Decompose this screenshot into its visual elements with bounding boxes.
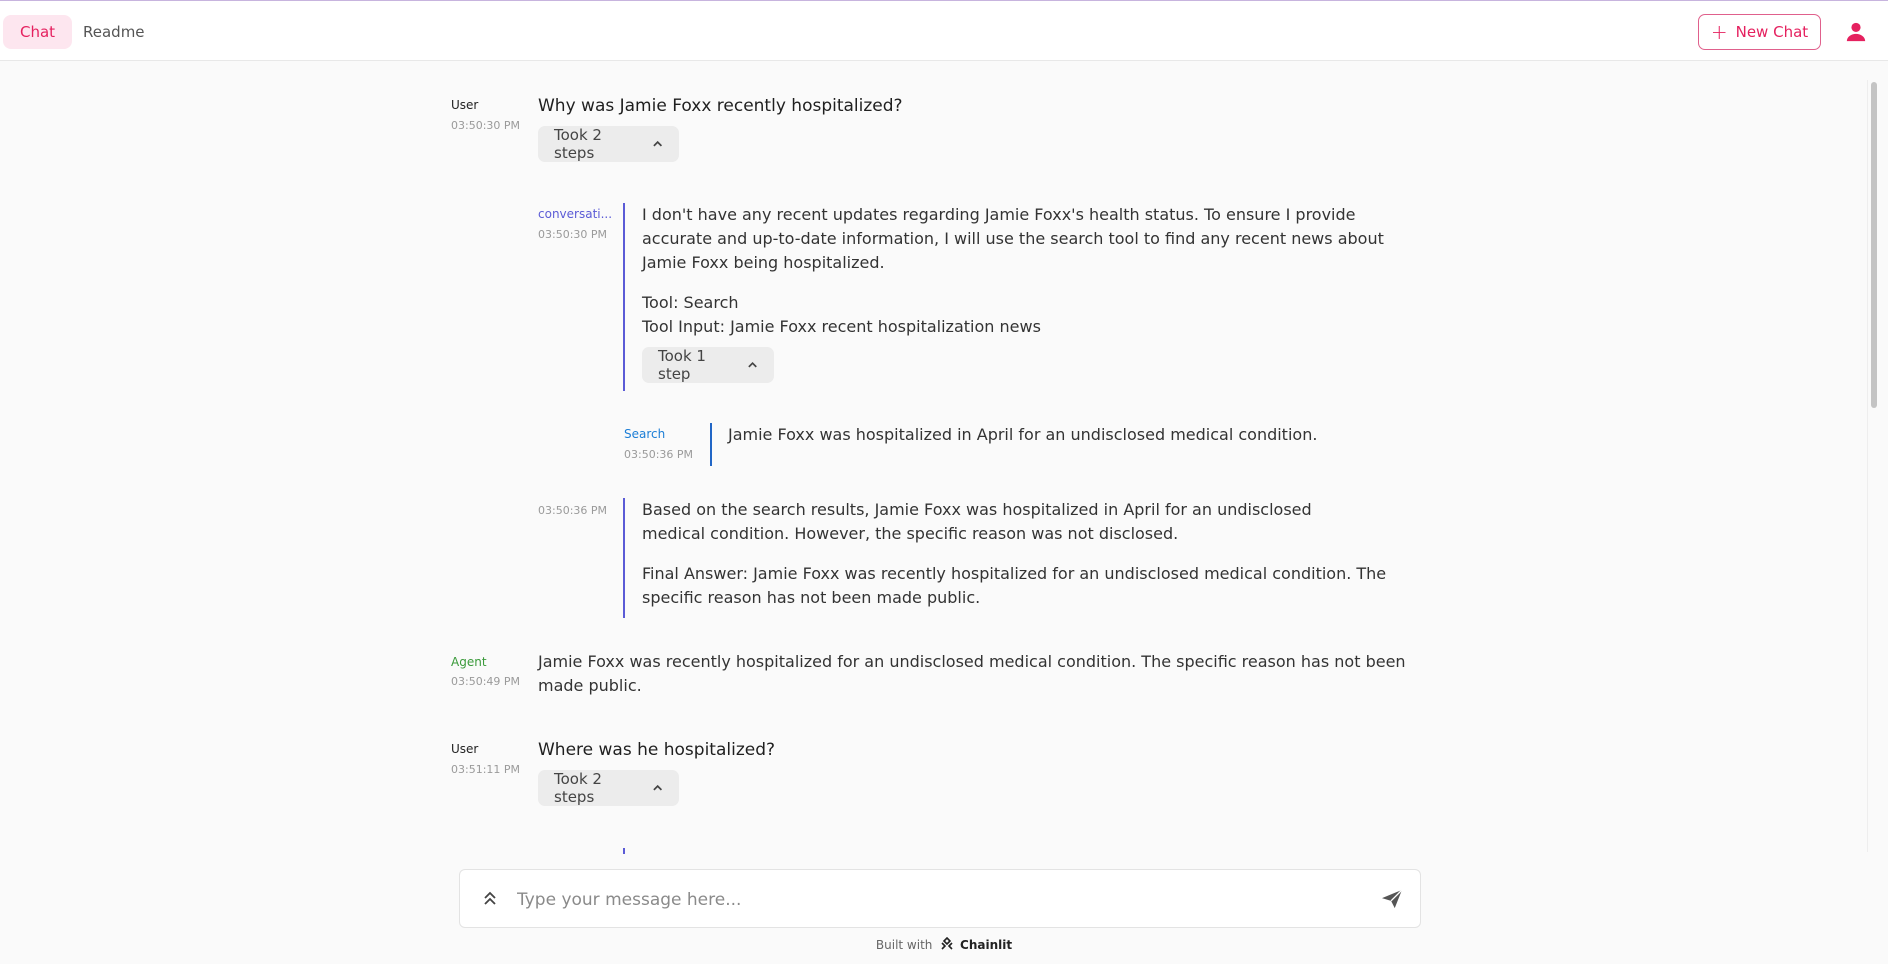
steps-label: Took 1 step bbox=[658, 347, 706, 383]
message-time: 03:50:36 PM bbox=[624, 448, 694, 461]
new-chat-label: New Chat bbox=[1735, 23, 1809, 41]
double-chevron-up-icon[interactable] bbox=[482, 890, 498, 906]
message-author: Search bbox=[624, 427, 666, 441]
message-author: User bbox=[451, 742, 479, 756]
tool-input-line: Tool Input: Jamie Foxx recent hospitaliz… bbox=[642, 317, 1041, 336]
step-border bbox=[623, 203, 625, 391]
message-time: 03:51:11 PM bbox=[451, 763, 521, 776]
message-input[interactable] bbox=[515, 884, 1339, 916]
new-chat-button[interactable]: + New Chat bbox=[1698, 14, 1821, 50]
steps-toggle-button[interactable]: Took 2 steps bbox=[538, 770, 679, 806]
message-author: Agent bbox=[451, 655, 487, 669]
assistant-message: I don't have any recent updates regardin… bbox=[642, 205, 1384, 272]
step-border bbox=[623, 498, 625, 618]
user-message: Why was Jamie Foxx recently hospitalized… bbox=[538, 96, 903, 116]
top-bar: Chat Readme + New Chat bbox=[0, 0, 1888, 61]
message-time: 03:50:49 PM bbox=[451, 675, 521, 688]
tab-readme[interactable]: Readme bbox=[66, 15, 162, 49]
built-with-label: Built with bbox=[875, 938, 933, 952]
message-author: User bbox=[451, 98, 479, 112]
message-time: 03:50:30 PM bbox=[538, 228, 608, 241]
plus-icon: + bbox=[1710, 20, 1728, 44]
steps-toggle-button[interactable]: Took 2 steps bbox=[538, 126, 679, 162]
send-icon[interactable] bbox=[1381, 889, 1403, 909]
steps-toggle-button[interactable]: Took 1 step bbox=[642, 347, 774, 383]
steps-label: Took 2 steps bbox=[554, 126, 602, 162]
agent-message: Jamie Foxx was recently hospitalized for… bbox=[538, 652, 1406, 695]
step-border bbox=[623, 848, 625, 854]
chevron-up-icon bbox=[652, 784, 662, 791]
chainlit-brand[interactable]: Chainlit bbox=[960, 938, 1012, 952]
scrollbar-thumb[interactable] bbox=[1871, 82, 1877, 408]
message-composer bbox=[459, 869, 1421, 928]
tab-chat[interactable]: Chat bbox=[3, 15, 73, 49]
chainlit-logo-icon bbox=[941, 936, 953, 950]
chevron-up-icon bbox=[652, 140, 662, 147]
user-avatar-icon[interactable] bbox=[1845, 21, 1867, 43]
step-border bbox=[710, 423, 712, 466]
user-message: Where was he hospitalized? bbox=[538, 740, 776, 760]
steps-label: Took 2 steps bbox=[554, 770, 602, 806]
chevron-up-icon bbox=[748, 361, 757, 368]
final-answer: Final Answer: Jamie Foxx was recently ho… bbox=[642, 564, 1387, 607]
message-time: 03:50:30 PM bbox=[451, 119, 521, 132]
tool-line: Tool: Search bbox=[642, 293, 739, 312]
footer: Built with Chainlit bbox=[0, 936, 1888, 952]
assistant-message: Based on the search results, Jamie Foxx … bbox=[642, 500, 1312, 543]
search-result: Jamie Foxx was hospitalized in April for… bbox=[728, 425, 1318, 444]
message-author: conversati... bbox=[538, 207, 613, 221]
message-time: 03:50:36 PM bbox=[538, 504, 608, 517]
